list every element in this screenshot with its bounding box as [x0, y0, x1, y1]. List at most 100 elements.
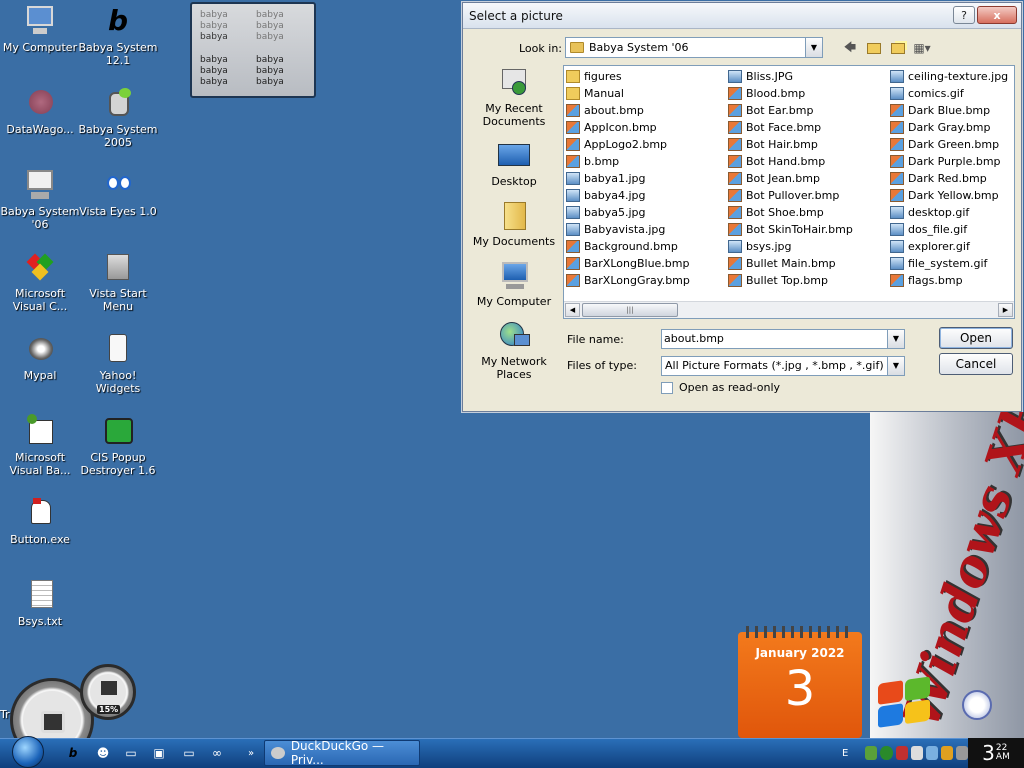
- start-button[interactable]: [10, 736, 46, 768]
- taskbar-clock[interactable]: 3 22 AM: [968, 738, 1024, 768]
- file-item[interactable]: ceiling-texture.jpg: [890, 68, 1014, 85]
- network-tray-icon[interactable]: [865, 746, 878, 760]
- file-item[interactable]: Manual: [566, 85, 728, 102]
- desktop-icon-babya-06[interactable]: Babya System '06: [0, 168, 80, 231]
- file-item[interactable]: babya5.jpg: [566, 204, 728, 221]
- task-button-duckduckgo[interactable]: DuckDuckGo — Priv...: [264, 739, 420, 767]
- file-item[interactable]: comics.gif: [890, 85, 1014, 102]
- file-item[interactable]: AppLogo2.bmp: [566, 136, 728, 153]
- chevron-down-icon[interactable]: ▼: [805, 38, 822, 57]
- file-item[interactable]: Blood.bmp: [728, 85, 890, 102]
- file-item[interactable]: Bot Ear.bmp: [728, 102, 890, 119]
- shield-tray-icon[interactable]: [880, 746, 893, 760]
- horizontal-scrollbar[interactable]: ◀ ||| ▶: [564, 301, 1014, 318]
- up-folder-icon[interactable]: [865, 40, 883, 56]
- file-item[interactable]: Dark Purple.bmp: [890, 153, 1014, 170]
- monitor-tray-icon[interactable]: [925, 746, 938, 760]
- close-button[interactable]: x: [977, 6, 1017, 24]
- desktop-icon-visual-c[interactable]: Microsoft Visual C...: [0, 250, 80, 313]
- file-item[interactable]: Bot SkinToHair.bmp: [728, 221, 890, 238]
- volume-tray-icon[interactable]: [910, 746, 923, 760]
- chevron-down-icon[interactable]: ▼: [887, 357, 904, 375]
- file-item[interactable]: Babyavista.jpg: [566, 221, 728, 238]
- file-list[interactable]: figures Manual about.bmp AppIcon.bmp AppLogo…: [563, 65, 1015, 319]
- place-my-documents[interactable]: My Documents: [471, 200, 557, 248]
- file-item[interactable]: explorer.gif: [890, 238, 1014, 255]
- desktop-icon-babya-2005[interactable]: Babya System 2005: [78, 86, 158, 149]
- desktop-quicklaunch-icon[interactable]: ▣: [150, 744, 168, 762]
- file-item[interactable]: AppIcon.bmp: [566, 119, 728, 136]
- file-item[interactable]: Dark Gray.bmp: [890, 119, 1014, 136]
- desktop-icon-yahoo-widgets[interactable]: Yahoo! Widgets: [78, 332, 158, 395]
- place-network-places[interactable]: My Network Places: [471, 320, 557, 381]
- update-tray-icon[interactable]: [940, 746, 953, 760]
- file-item[interactable]: Bullet Main.bmp: [728, 255, 890, 272]
- file-item[interactable]: file_system.gif: [890, 255, 1014, 272]
- view-menu-icon[interactable]: ▦▾: [913, 40, 931, 56]
- file-item[interactable]: Bot Hair.bmp: [728, 136, 890, 153]
- cancel-button[interactable]: Cancel: [939, 353, 1013, 375]
- more-quicklaunch-icon[interactable]: »: [242, 744, 260, 762]
- file-item[interactable]: desktop.gif: [890, 204, 1014, 221]
- file-item[interactable]: Bot Face.bmp: [728, 119, 890, 136]
- alarm-clock-icon[interactable]: [962, 690, 992, 720]
- file-item[interactable]: Bot Pullover.bmp: [728, 187, 890, 204]
- new-folder-icon[interactable]: [889, 40, 907, 56]
- file-item[interactable]: Dark Green.bmp: [890, 136, 1014, 153]
- look-in-combo[interactable]: Babya System '06 ▼: [565, 37, 823, 58]
- desktop-icon-bsys-txt[interactable]: Bsys.txt: [0, 578, 80, 628]
- babya-widget[interactable]: babya babya babya babya babya babya babya ba…: [190, 2, 316, 98]
- desktop-icon-vista-eyes[interactable]: Vista Eyes 1.0: [78, 168, 158, 218]
- read-only-row[interactable]: Open as read-only: [661, 381, 780, 394]
- desktop-icon-my-computer[interactable]: My Computer: [0, 4, 80, 54]
- desktop-icon-cis-popup[interactable]: CIS Popup Destroyer 1.6: [78, 414, 158, 477]
- file-item[interactable]: Dark Yellow.bmp: [890, 187, 1014, 204]
- eyes-quicklaunch-icon[interactable]: ∞: [208, 744, 226, 762]
- file-item[interactable]: babya1.jpg: [566, 170, 728, 187]
- desktop-icon-button-exe[interactable]: Button.exe: [0, 496, 80, 546]
- misc-tray-icon[interactable]: [955, 746, 968, 760]
- file-item[interactable]: about.bmp: [566, 102, 728, 119]
- file-item[interactable]: Bliss.JPG: [728, 68, 890, 85]
- mypal-quicklaunch-icon[interactable]: ☻: [94, 744, 112, 762]
- dialog-title-bar[interactable]: Select a picture: [463, 3, 1021, 29]
- file-item[interactable]: Background.bmp: [566, 238, 728, 255]
- memory-gauge-small[interactable]: 15%: [80, 664, 136, 720]
- file-item[interactable]: figures: [566, 68, 728, 85]
- file-item[interactable]: BarXLongGray.bmp: [566, 272, 728, 289]
- open-button[interactable]: Open: [939, 327, 1013, 349]
- file-item[interactable]: Bullet Top.bmp: [728, 272, 890, 289]
- file-name-input[interactable]: about.bmp ▼: [661, 329, 905, 349]
- place-my-computer[interactable]: My Computer: [471, 260, 557, 308]
- read-only-checkbox[interactable]: [661, 381, 673, 394]
- file-item[interactable]: babya4.jpg: [566, 187, 728, 204]
- file-item[interactable]: Dark Red.bmp: [890, 170, 1014, 187]
- scroll-thumb[interactable]: |||: [582, 303, 678, 317]
- place-recent-documents[interactable]: My Recent Documents: [471, 67, 557, 128]
- back-arrow-icon[interactable]: 🡄: [841, 40, 859, 56]
- file-item[interactable]: Bot Jean.bmp: [728, 170, 890, 187]
- help-button[interactable]: ?: [953, 6, 975, 24]
- monitor-quicklaunch-icon[interactable]: ▭: [180, 744, 198, 762]
- file-item[interactable]: Bot Hand.bmp: [728, 153, 890, 170]
- scroll-left-icon[interactable]: ◀: [565, 303, 580, 317]
- file-item[interactable]: b.bmp: [566, 153, 728, 170]
- file-item[interactable]: Bot Shoe.bmp: [728, 204, 890, 221]
- file-type-select[interactable]: All Picture Formats (*.jpg , *.bmp , *.g…: [661, 356, 905, 376]
- desktop-icon-babya-12[interactable]: b Babya System 12.1: [78, 4, 158, 67]
- computer-quicklaunch-icon[interactable]: ▭: [122, 744, 140, 762]
- place-desktop[interactable]: Desktop: [471, 140, 557, 188]
- file-item[interactable]: flags.bmp: [890, 272, 1014, 289]
- desktop-icon-vista-start[interactable]: Vista Start Menu: [78, 250, 158, 313]
- app-tray-icon[interactable]: [895, 746, 908, 760]
- chevron-down-icon[interactable]: ▼: [887, 330, 904, 348]
- desktop-icon-visual-basic[interactable]: Microsoft Visual Ba...: [0, 414, 80, 477]
- desktop-icon-mypal[interactable]: Mypal: [0, 332, 80, 382]
- calendar-gadget[interactable]: January 2022 3: [738, 626, 862, 738]
- scroll-right-icon[interactable]: ▶: [998, 303, 1013, 317]
- select-picture-dialog[interactable]: Select a picture ? x Look in: Babya Syst…: [462, 2, 1022, 412]
- file-item[interactable]: BarXLongBlue.bmp: [566, 255, 728, 272]
- file-item[interactable]: dos_file.gif: [890, 221, 1014, 238]
- file-item[interactable]: bsys.jpg: [728, 238, 890, 255]
- file-item[interactable]: Dark Blue.bmp: [890, 102, 1014, 119]
